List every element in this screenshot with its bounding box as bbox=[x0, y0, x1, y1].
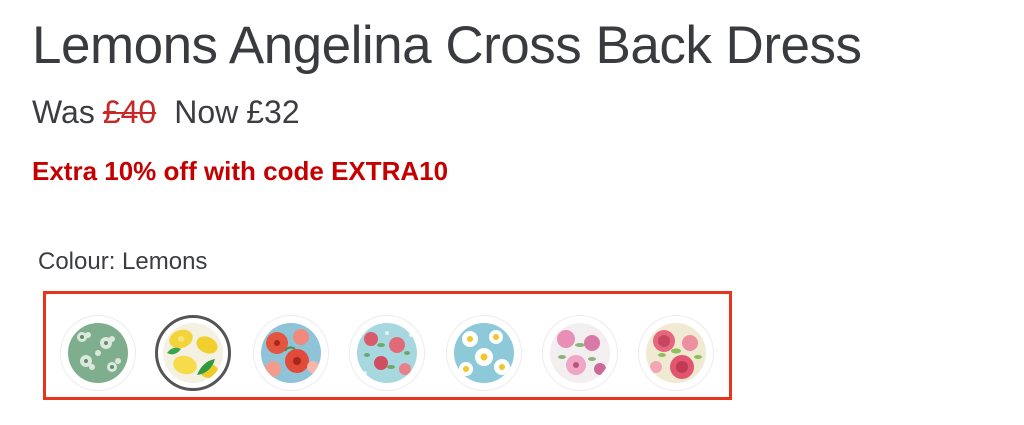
swatch-blue-rose-floral-image bbox=[357, 323, 417, 383]
swatch-pink-floral-image bbox=[550, 323, 610, 383]
swatch-pink-floral[interactable] bbox=[542, 315, 618, 391]
swatch-lemons[interactable] bbox=[155, 315, 231, 391]
was-label: Was bbox=[32, 94, 95, 130]
promo-code-message: Extra 10% off with code EXTRA10 bbox=[32, 156, 449, 186]
now-price: £32 bbox=[246, 94, 300, 130]
swatch-red-floral[interactable] bbox=[253, 315, 329, 391]
swatch-pink-rose-cream[interactable] bbox=[638, 315, 714, 391]
swatch-pink-rose-cream-image bbox=[646, 323, 706, 383]
was-price: £40 bbox=[102, 94, 157, 130]
colour-swatch-group bbox=[43, 291, 732, 400]
price-row: Was £40 Now £32 bbox=[32, 92, 300, 132]
swatch-green-floral[interactable] bbox=[60, 315, 136, 391]
swatch-blue-daisy-image bbox=[454, 323, 514, 383]
swatch-green-floral-image bbox=[68, 323, 128, 383]
colour-label: Colour: Lemons bbox=[38, 248, 208, 275]
swatch-red-floral-image bbox=[261, 323, 321, 383]
swatch-lemons-image bbox=[163, 323, 223, 383]
now-label: Now bbox=[174, 94, 239, 130]
swatch-blue-daisy[interactable] bbox=[446, 315, 522, 391]
swatch-blue-rose-floral[interactable] bbox=[349, 315, 425, 391]
product-title: Lemons Angelina Cross Back Dress bbox=[32, 16, 862, 75]
